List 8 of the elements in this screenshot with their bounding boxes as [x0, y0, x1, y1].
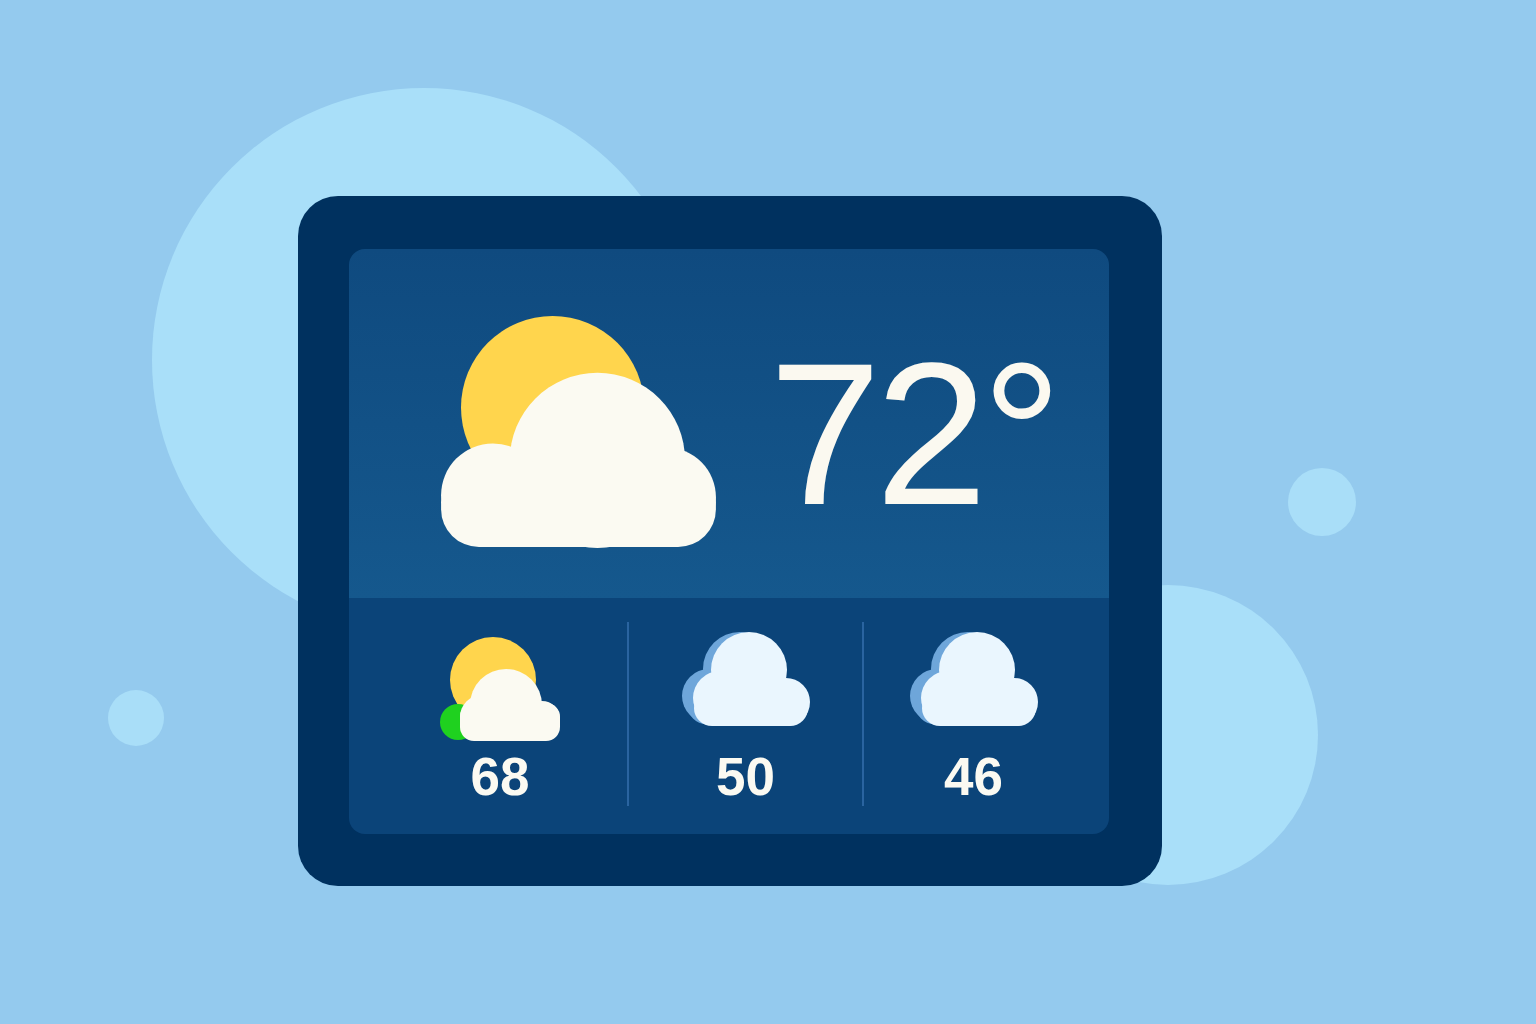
- forecast-temperature: 50: [716, 750, 775, 803]
- cloud-icon: [681, 630, 810, 726]
- forecast-temperature: 46: [944, 750, 1003, 803]
- sun-behind-cloud-icon: [440, 637, 560, 741]
- sun-behind-cloud-icon: [438, 315, 717, 548]
- current-temperature: 72°: [769, 333, 1057, 535]
- cloud-icon: [909, 630, 1038, 726]
- forecast-temperature: 68: [470, 750, 530, 803]
